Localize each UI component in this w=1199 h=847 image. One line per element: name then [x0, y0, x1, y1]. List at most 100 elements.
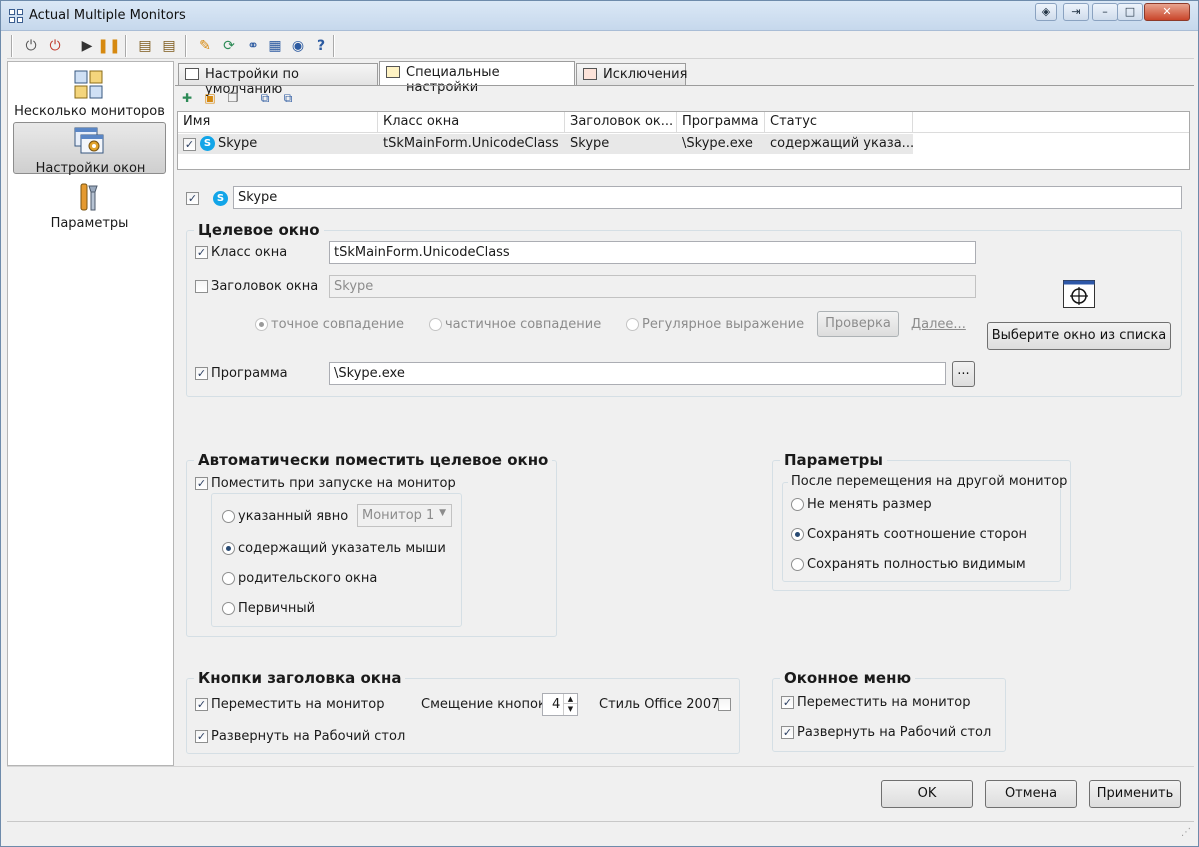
title-bar: Actual Multiple Monitors ◈ ⇥ – □ ✕ [1, 1, 1198, 31]
class-checkbox[interactable]: ✓ [195, 246, 208, 259]
toolbar-separator [185, 35, 187, 57]
web-icon[interactable]: ◉ [288, 36, 308, 56]
minimize-icon[interactable]: – [1092, 3, 1118, 21]
power-icon[interactable]: ⏻ [21, 36, 41, 56]
move-up-icon[interactable]: ⧉ [256, 89, 274, 107]
nav-label: Параметры [50, 216, 129, 231]
place-on-start-label: Поместить при запуске на монитор [211, 476, 456, 491]
monitor-mouse-radio[interactable] [222, 542, 235, 555]
window-menu-group [772, 678, 1006, 752]
apply-button[interactable]: Применить [1089, 780, 1181, 808]
rule-name-input[interactable]: Skype [233, 186, 1182, 209]
update-icon[interactable]: ⟳ [219, 36, 239, 56]
nav-item-multiple-monitors[interactable]: Несколько мониторов [13, 66, 166, 119]
link-icon[interactable]: ⚭ [243, 36, 263, 56]
more-link[interactable]: Далее... [911, 317, 966, 332]
monitor-explicit-radio[interactable] [222, 510, 235, 523]
exclusion-icon [583, 68, 597, 80]
nav-label: Несколько мониторов [14, 104, 165, 119]
match-partial-radio[interactable] [429, 318, 442, 331]
wm-move-checkbox[interactable]: ✓ [781, 696, 794, 709]
copy-icon[interactable]: ❐ [224, 89, 242, 107]
skype-icon: S [213, 191, 228, 206]
export-icon[interactable]: ▤ [135, 36, 155, 56]
table-row[interactable]: ✓ S Skype tSkMainForm.UnicodeClass Skype… [178, 134, 913, 154]
monitor-parent-radio[interactable] [222, 572, 235, 585]
check-button[interactable]: Проверка [817, 311, 899, 337]
close-icon[interactable]: ✕ [1144, 3, 1190, 21]
caption-input[interactable]: Skype [329, 275, 976, 298]
pause-icon[interactable]: ❚❚ [97, 36, 120, 56]
column-header-status[interactable]: Статус [765, 112, 913, 133]
row-status: содержащий указа... [770, 136, 913, 151]
column-header-caption[interactable]: Заголовок ок... [565, 112, 677, 133]
match-regex-label: Регулярное выражение [642, 317, 805, 332]
monitor-select[interactable]: Монитор 1 ▼ [357, 504, 452, 527]
monitors-icon [74, 70, 103, 99]
play-icon[interactable]: ▶ [77, 36, 97, 56]
window-settings-icon [74, 127, 104, 154]
monitor-icon[interactable]: ▦ [265, 36, 285, 56]
program-checkbox[interactable]: ✓ [195, 367, 208, 380]
rules-list: Имя Класс окна Заголовок ок... Программа… [177, 111, 1190, 170]
cancel-button[interactable]: Отмена [985, 780, 1077, 808]
tab-default-settings[interactable]: Настройки по умолчанию [178, 63, 378, 97]
wm-maximize-checkbox[interactable]: ✓ [781, 726, 794, 739]
select-window-button[interactable]: Выберите окно из списка [987, 322, 1171, 350]
keep-visible-radio[interactable] [791, 558, 804, 571]
ok-button[interactable]: OK [881, 780, 973, 808]
window-settings-small-icon [386, 66, 400, 78]
keep-aspect-label: Сохранять соотношение сторон [807, 527, 1028, 542]
maximize-icon[interactable]: □ [1117, 3, 1143, 21]
move-down-icon[interactable]: ⧉ [279, 89, 297, 107]
tab-special-settings[interactable]: Специальные настройки [379, 61, 575, 95]
tb-move-label: Переместить на монитор [211, 697, 385, 712]
keep-size-radio[interactable] [791, 498, 804, 511]
office-style-checkbox[interactable]: ✓ [718, 698, 731, 711]
monitor-primary-radio[interactable] [222, 602, 235, 615]
place-on-start-checkbox[interactable]: ✓ [195, 477, 208, 490]
add-rule-icon[interactable]: ✚ [178, 89, 196, 107]
browse-button[interactable]: ... [952, 361, 975, 387]
toolbar-separator [125, 35, 127, 57]
program-input[interactable]: \Skype.exe [329, 362, 946, 385]
help-edit-icon[interactable]: ✎ [195, 36, 215, 56]
column-header-class[interactable]: Класс окна [378, 112, 565, 133]
caption-checkbox[interactable]: ✓ [195, 280, 208, 293]
column-header-program[interactable]: Программа [677, 112, 765, 133]
class-label: Класс окна [211, 245, 288, 260]
match-regex-radio[interactable] [626, 318, 639, 331]
chevron-down-icon[interactable]: ▼ [563, 704, 577, 715]
help-icon[interactable]: ? [311, 36, 331, 56]
move-to-monitor-icon[interactable]: ⇥ [1063, 3, 1089, 21]
tab-exclusions[interactable]: Исключения [576, 63, 688, 85]
rule-enable-checkbox[interactable]: ✓ [186, 192, 199, 205]
button-offset-stepper[interactable]: 4 ▲ ▼ [542, 693, 578, 716]
tb-maximize-checkbox[interactable]: ✓ [195, 730, 208, 743]
match-exact-radio[interactable] [255, 318, 268, 331]
monitor-explicit-label: указанный явно [238, 509, 349, 524]
import-icon[interactable]: ▤ [159, 36, 179, 56]
title-buttons-title: Кнопки заголовка окна [194, 669, 406, 687]
resize-grip-icon[interactable]: ⋰ [1181, 827, 1191, 838]
nav-item-parameters[interactable]: Параметры [13, 178, 166, 231]
column-header-name[interactable]: Имя [178, 112, 378, 133]
window-finder-icon[interactable] [1063, 280, 1095, 308]
tab-label: Исключения [603, 67, 688, 82]
window-menu-title: Оконное меню [780, 669, 916, 687]
row-enable-checkbox[interactable]: ✓ [183, 138, 196, 151]
nav-item-window-settings[interactable]: Настройки окон [13, 122, 166, 176]
class-input[interactable]: tSkMainForm.UnicodeClass [329, 241, 976, 264]
main-window: Actual Multiple Monitors ◈ ⇥ – □ ✕ ⏻ ⏻ ▶… [0, 0, 1199, 847]
tb-move-checkbox[interactable]: ✓ [195, 698, 208, 711]
keep-aspect-radio[interactable] [791, 528, 804, 541]
window-icon [185, 68, 199, 80]
stop-icon[interactable]: ⏻ [45, 36, 65, 56]
after-move-title: После перемещения на другой монитор [788, 474, 1071, 489]
chevron-up-icon[interactable]: ▲ [563, 694, 577, 704]
add-folder-icon[interactable]: ▣ [201, 89, 219, 107]
monitor-primary-label: Первичный [238, 601, 316, 616]
pin-icon[interactable]: ◈ [1035, 3, 1057, 21]
wm-maximize-label: Развернуть на Рабочий стол [797, 725, 992, 740]
chevron-down-icon: ▼ [439, 508, 446, 518]
